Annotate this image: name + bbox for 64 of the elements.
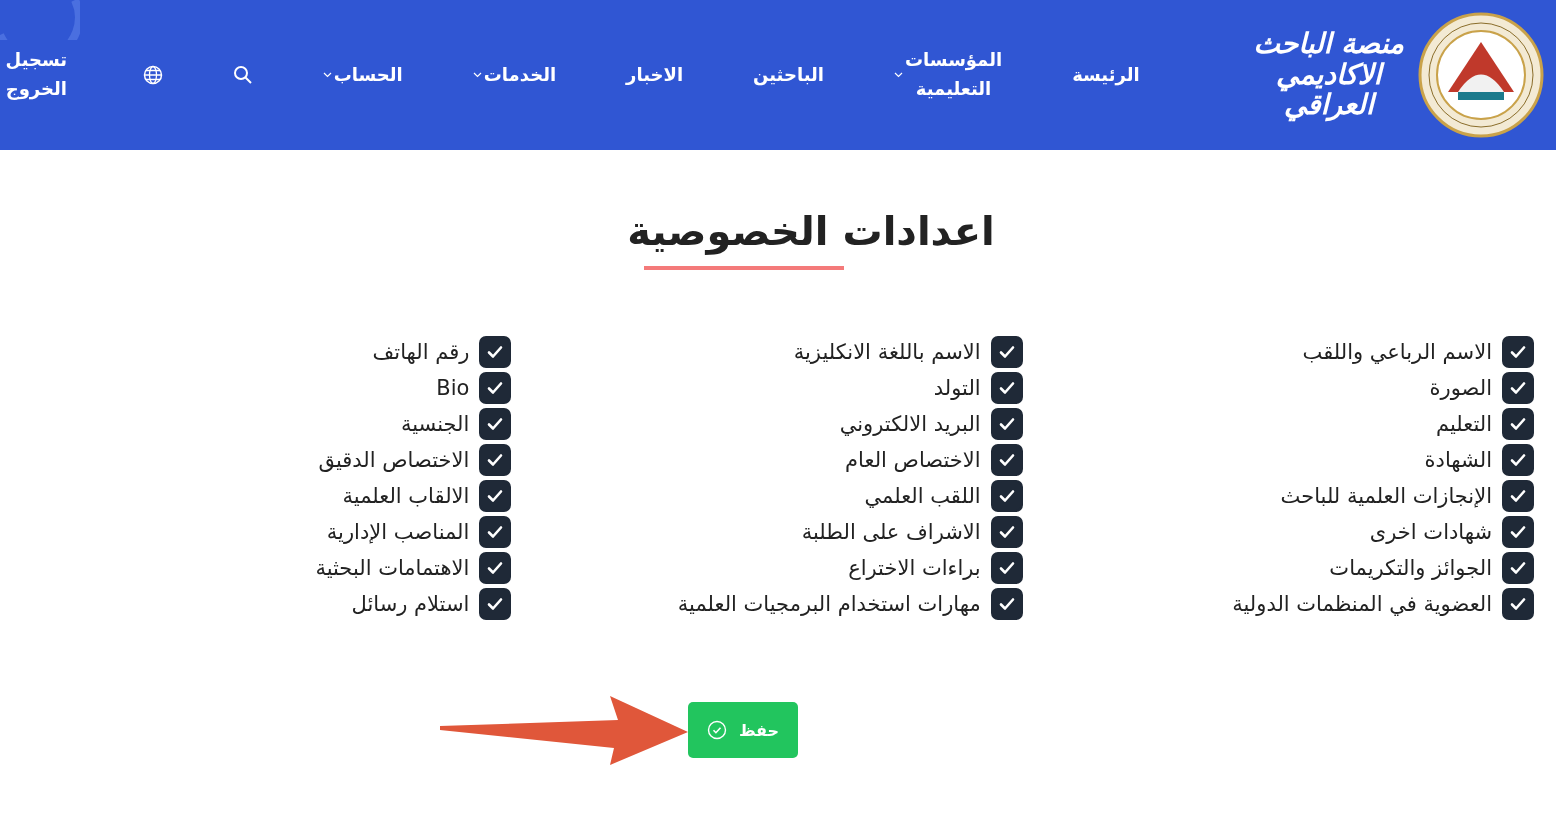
option-label: الجنسية	[400, 412, 470, 436]
option-label: التولد	[933, 376, 981, 400]
checkbox[interactable]	[479, 588, 512, 620]
checkbox[interactable]	[1502, 552, 1534, 584]
nav-dropdown[interactable]: الخدمات	[472, 60, 557, 90]
option-label: الإنجازات العلمية للباحث	[1280, 484, 1492, 508]
option-label: اللقب العلمي	[864, 484, 981, 508]
checkbox[interactable]	[1502, 480, 1534, 512]
checkbox[interactable]	[990, 588, 1023, 620]
option-label: العضوية في المنظمات الدولية	[1232, 592, 1492, 616]
nav-link[interactable]: الرئيسة	[1072, 60, 1140, 90]
option-label: الاختصاص الدقيق	[318, 448, 470, 472]
checkbox[interactable]	[1502, 408, 1534, 440]
checkbox[interactable]	[990, 336, 1023, 368]
nav-link[interactable]: الباحثين	[753, 60, 824, 90]
nav-dropdown[interactable]: الحساب	[322, 60, 403, 90]
page-title: اعدادات الخصوصية	[626, 208, 996, 254]
checkbox[interactable]	[990, 552, 1023, 584]
checkbox[interactable]	[990, 408, 1023, 440]
option-label: المناصب الإدارية	[326, 520, 470, 544]
search-icon[interactable]	[232, 65, 253, 85]
option-label: براءات الاختراع	[848, 556, 981, 580]
checkbox[interactable]	[1502, 444, 1534, 476]
option-label: الاسم باللغة الانكليزية	[793, 340, 981, 364]
seal-logo[interactable]	[1418, 12, 1544, 138]
nav-dropdown[interactable]: المؤسسات التعليمية	[894, 46, 1003, 104]
caret-icon	[894, 72, 903, 78]
checkbox[interactable]	[479, 516, 512, 548]
option-label: الالقاب العلمية	[342, 484, 470, 508]
checkbox[interactable]	[1502, 588, 1534, 620]
checkbox[interactable]	[1502, 372, 1534, 404]
checkbox[interactable]	[990, 516, 1023, 548]
option-label: الشهادة	[1424, 448, 1492, 472]
nav-link[interactable]: الاخبار	[626, 60, 684, 90]
nav-link[interactable]: تسجيل الخروج	[0, 46, 73, 104]
checkbox[interactable]	[990, 444, 1023, 476]
option-label: استلام رسائل	[351, 592, 470, 616]
option-label: الاشراف على الطلبة	[801, 520, 981, 544]
option-label: شهادات اخرى	[1369, 520, 1492, 544]
checkbox[interactable]	[1502, 516, 1534, 548]
check-circle-icon	[706, 720, 727, 740]
checkbox[interactable]	[479, 408, 512, 440]
option-label: الجوائز والتكريمات	[1329, 556, 1492, 580]
checkbox[interactable]	[479, 372, 512, 404]
option-label: الصورة	[1429, 376, 1492, 400]
caret-icon	[472, 72, 482, 78]
site-title: منصة الباحث	[1253, 28, 1405, 60]
option-label: البريد الالكتروني	[839, 412, 981, 436]
checkbox[interactable]	[990, 372, 1023, 404]
checkbox[interactable]	[479, 444, 512, 476]
option-label: رقم الهاتف	[372, 340, 470, 364]
option-label: الاهتمامات البحثية	[315, 556, 470, 580]
checkbox[interactable]	[479, 480, 512, 512]
globe-icon[interactable]	[142, 65, 163, 85]
option-label: الاسم الرباعي واللقب	[1302, 340, 1492, 364]
checkbox[interactable]	[479, 336, 512, 368]
option-label: Bio	[436, 376, 470, 400]
option-label: الاختصاص العام	[845, 448, 981, 472]
checkbox[interactable]	[990, 480, 1023, 512]
checkbox[interactable]	[1502, 336, 1534, 368]
caret-icon	[322, 72, 332, 78]
option-label: مهارات استخدام البرمجيات العلمية	[677, 592, 981, 616]
checkbox[interactable]	[479, 552, 512, 584]
option-label: التعليم	[1436, 412, 1492, 436]
